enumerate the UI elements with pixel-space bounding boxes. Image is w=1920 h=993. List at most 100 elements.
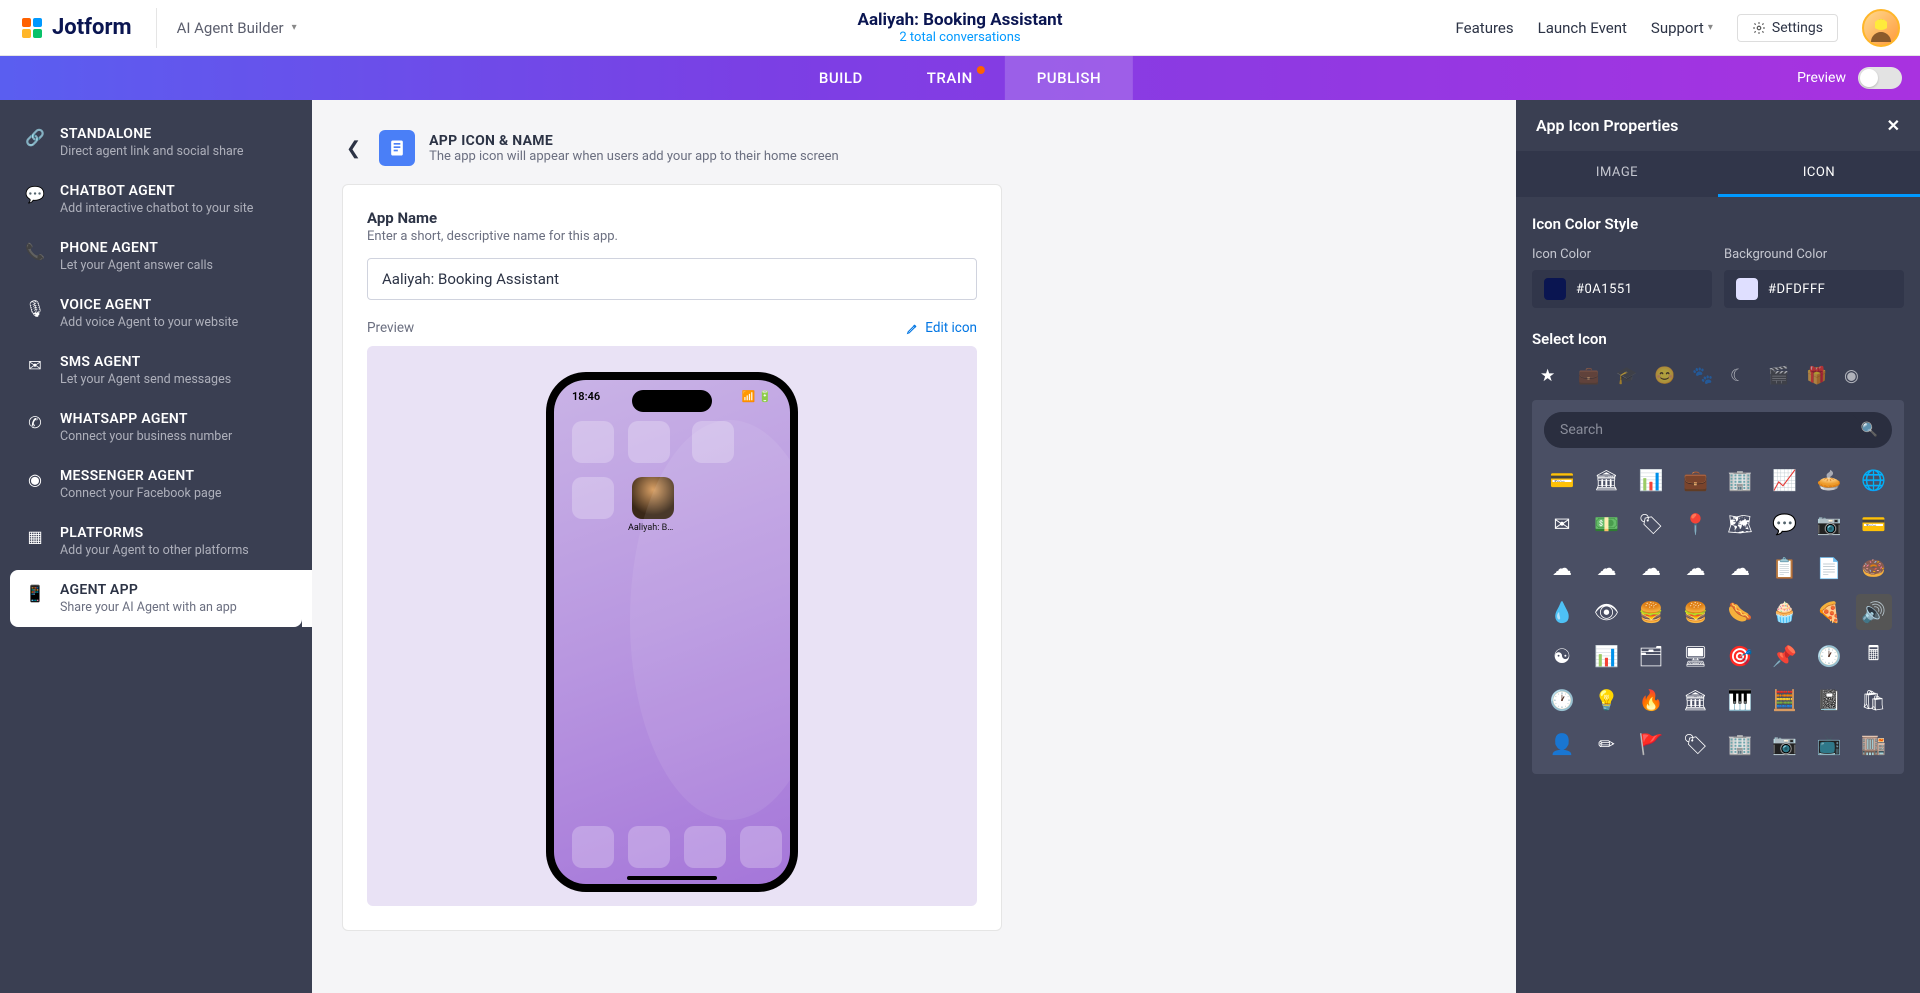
sidebar-item-platforms[interactable]: ▦ PLATFORMS Add your Agent to other plat… <box>10 513 302 570</box>
agent-builder-dropdown[interactable]: AI Agent Builder ▾ <box>177 19 297 37</box>
edit-icon-link[interactable]: Edit icon <box>906 320 977 336</box>
icon-option[interactable]: 🗺 <box>1722 506 1758 542</box>
support-dropdown[interactable]: Support▾ <box>1651 19 1713 37</box>
icon-category-tab[interactable]: 🎬 <box>1768 366 1786 384</box>
features-link[interactable]: Features <box>1456 19 1514 37</box>
sidebar-icon: 🎙 <box>24 297 46 319</box>
icon-option[interactable]: 📊 <box>1589 638 1625 674</box>
icon-option[interactable]: 🖥 <box>1678 638 1714 674</box>
icon-option[interactable]: 🏬 <box>1856 726 1892 762</box>
icon-option[interactable]: ☁ <box>1633 550 1669 586</box>
close-panel-button[interactable]: ✕ <box>1887 116 1900 135</box>
icon-option[interactable]: 🧁 <box>1767 594 1803 630</box>
icon-color-input[interactable]: #0A1551 <box>1532 270 1712 308</box>
icon-option[interactable]: 📺 <box>1811 726 1847 762</box>
icon-option[interactable]: ☁ <box>1544 550 1580 586</box>
icon-option[interactable]: 🗂 <box>1633 638 1669 674</box>
icon-option[interactable]: 🌐 <box>1856 462 1892 498</box>
icon-option[interactable]: 💼 <box>1678 462 1714 498</box>
icon-option[interactable]: 💧 <box>1544 594 1580 630</box>
sidebar-item-desc: Let your Agent send messages <box>60 372 231 387</box>
back-button[interactable]: ❮ <box>342 134 365 163</box>
icon-option[interactable]: 🍩 <box>1856 550 1892 586</box>
icon-option[interactable]: 📄 <box>1811 550 1847 586</box>
icon-option[interactable]: 🏢 <box>1722 726 1758 762</box>
preview-toggle[interactable] <box>1858 67 1902 89</box>
icon-category-tab[interactable]: ★ <box>1540 366 1558 384</box>
icon-category-tab[interactable]: 🎁 <box>1806 366 1824 384</box>
sidebar-item-chatbot-agent[interactable]: 💬 CHATBOT AGENT Add interactive chatbot … <box>10 171 302 228</box>
sidebar-item-messenger-agent[interactable]: ◉ MESSENGER AGENT Connect your Facebook … <box>10 456 302 513</box>
tab-build[interactable]: BUILD <box>787 56 895 100</box>
icon-option[interactable]: 🎯 <box>1722 638 1758 674</box>
icon-option[interactable]: 🌭 <box>1722 594 1758 630</box>
icon-option[interactable]: ✉ <box>1544 506 1580 542</box>
icon-option[interactable]: ☁ <box>1678 550 1714 586</box>
icon-option[interactable]: 💳 <box>1544 462 1580 498</box>
tab-publish[interactable]: PUBLISH <box>1005 56 1133 100</box>
panel-tab-icon[interactable]: ICON <box>1718 151 1920 197</box>
icon-option[interactable]: 💬 <box>1767 506 1803 542</box>
section-title: APP ICON & NAME <box>429 133 839 149</box>
icon-category-tab[interactable]: ◉ <box>1844 366 1862 384</box>
icon-option[interactable]: 🔊 <box>1856 594 1892 630</box>
icon-option[interactable]: 🏷 <box>1678 726 1714 762</box>
logo[interactable]: Jotform <box>20 8 157 48</box>
icon-option[interactable]: 💡 <box>1589 682 1625 718</box>
icon-option[interactable]: 🚩 <box>1633 726 1669 762</box>
icon-option[interactable]: ☁ <box>1589 550 1625 586</box>
icon-category-tab[interactable]: 🎓 <box>1616 366 1634 384</box>
icon-option[interactable]: 🖩 <box>1856 638 1892 674</box>
app-name-input[interactable] <box>367 258 977 300</box>
icon-category-tab[interactable]: 🐾 <box>1692 366 1710 384</box>
user-avatar[interactable] <box>1862 9 1900 47</box>
icon-option[interactable]: 📓 <box>1811 682 1847 718</box>
icon-option[interactable]: 📌 <box>1767 638 1803 674</box>
icon-option[interactable]: 📊 <box>1633 462 1669 498</box>
icon-option[interactable]: 🍔 <box>1678 594 1714 630</box>
panel-tab-image[interactable]: IMAGE <box>1516 151 1718 197</box>
sidebar-item-whatsapp-agent[interactable]: ✆ WHATSAPP AGENT Connect your business n… <box>10 399 302 456</box>
icon-category-tab[interactable]: ☾ <box>1730 366 1748 384</box>
icon-option[interactable]: 📷 <box>1767 726 1803 762</box>
icon-category-tab[interactable]: 💼 <box>1578 366 1596 384</box>
icon-option[interactable]: 📈 <box>1767 462 1803 498</box>
sidebar-item-phone-agent[interactable]: 📞 PHONE AGENT Let your Agent answer call… <box>10 228 302 285</box>
icon-option[interactable]: 🎹 <box>1722 682 1758 718</box>
sidebar-item-voice-agent[interactable]: 🎙 VOICE AGENT Add voice Agent to your we… <box>10 285 302 342</box>
sidebar-item-agent-app[interactable]: 📱 AGENT APP Share your AI Agent with an … <box>10 570 302 627</box>
bg-color-input[interactable]: #DFDFFF <box>1724 270 1904 308</box>
tab-train[interactable]: TRAIN <box>895 56 1005 100</box>
icon-category-tab[interactable]: 😊 <box>1654 366 1672 384</box>
icon-option[interactable]: 🏛 <box>1678 682 1714 718</box>
icon-option[interactable]: 🍔 <box>1633 594 1669 630</box>
icon-option[interactable]: 💵 <box>1589 506 1625 542</box>
conversations-link[interactable]: 2 total conversations <box>858 30 1063 45</box>
sidebar-item-sms-agent[interactable]: ✉ SMS AGENT Let your Agent send messages <box>10 342 302 399</box>
icon-option[interactable]: 🥧 <box>1811 462 1847 498</box>
icon-option[interactable]: 🧮 <box>1767 682 1803 718</box>
launch-event-link[interactable]: Launch Event <box>1538 19 1627 37</box>
icon-option[interactable]: 📍 <box>1678 506 1714 542</box>
icon-option[interactable]: 🕐 <box>1544 682 1580 718</box>
icon-option[interactable]: 📋 <box>1767 550 1803 586</box>
icon-option[interactable]: 🏷 <box>1633 506 1669 542</box>
sidebar-item-desc: Add voice Agent to your website <box>60 315 238 330</box>
settings-button[interactable]: Settings <box>1737 14 1838 42</box>
icon-option[interactable]: 🏢 <box>1722 462 1758 498</box>
icon-option[interactable]: 🕐 <box>1811 638 1847 674</box>
icon-option[interactable]: 💳 <box>1856 506 1892 542</box>
icon-option[interactable]: 🛍 <box>1856 682 1892 718</box>
icon-option[interactable]: ☯ <box>1544 638 1580 674</box>
sidebar-item-standalone[interactable]: 🔗 STANDALONE Direct agent link and socia… <box>10 114 302 171</box>
icon-option[interactable]: 🔥 <box>1633 682 1669 718</box>
icon-option[interactable]: 📷 <box>1811 506 1847 542</box>
icon-option[interactable]: 👁 <box>1589 594 1625 630</box>
icon-option[interactable]: ✏ <box>1589 726 1625 762</box>
icon-option[interactable]: 🏛 <box>1589 462 1625 498</box>
icon-option[interactable]: ☁ <box>1722 550 1758 586</box>
icon-option[interactable]: 👤 <box>1544 726 1580 762</box>
sidebar-item-title: PLATFORMS <box>60 525 249 541</box>
icon-option[interactable]: 🍕 <box>1811 594 1847 630</box>
icon-search-input[interactable] <box>1544 412 1861 448</box>
